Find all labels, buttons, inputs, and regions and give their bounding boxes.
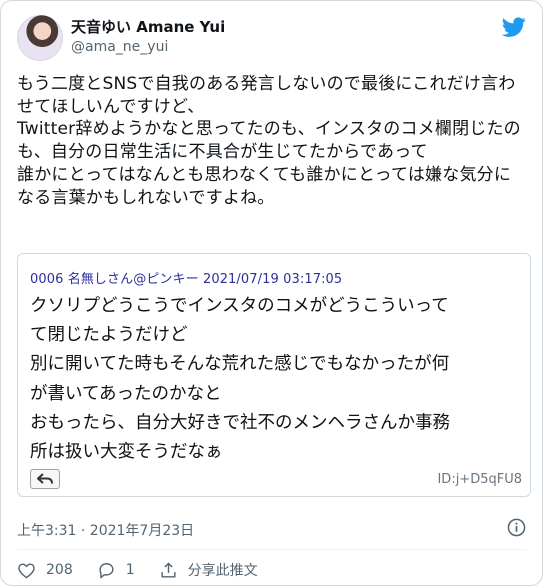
share-label: 分享此推文: [187, 563, 258, 579]
user-handle[interactable]: @ama_ne_yui: [71, 37, 225, 57]
tweet-card: 天音ゆい Amane Yui @ama_ne_yui もう二度とSNSで自我のあ…: [0, 0, 543, 586]
like-count: 208: [46, 562, 73, 578]
action-bar: 208 1 分享此推文: [17, 559, 282, 581]
display-name[interactable]: 天音ゆい Amane Yui: [71, 17, 225, 37]
post-id: ID:j+D5qFU8: [437, 472, 522, 487]
share-button[interactable]: 分享此推文: [159, 560, 258, 580]
heart-icon: [18, 562, 35, 578]
share-icon: [161, 562, 176, 578]
post-meta: 0006 名無しさん@ピンキー 2021/07/19 03:17:05: [30, 272, 343, 287]
post-body: クソリプどうこうでインスタのコメがどうこういって て閉じたようだけど 別に開いて…: [30, 296, 450, 463]
like-button[interactable]: 208: [17, 561, 73, 580]
user-info[interactable]: 天音ゆい Amane Yui @ama_ne_yui: [71, 17, 225, 57]
divider: [17, 549, 526, 550]
reply-arrow-button[interactable]: [30, 469, 60, 489]
tweet-timestamp[interactable]: 上午3:31 · 2021年7月23日: [17, 520, 194, 540]
tweet-text: もう二度とSNSで自我のある発言しないので最後にこれだけ言わせてほしいんですけど…: [17, 74, 521, 208]
twitter-bird-icon[interactable]: [502, 15, 526, 39]
reply-count: 1: [125, 562, 135, 578]
reply-arrow-icon: [37, 473, 53, 484]
reply-button[interactable]: 1: [97, 561, 135, 580]
quoted-post-image[interactable]: 0006 名無しさん@ピンキー 2021/07/19 03:17:05 クソリプ…: [17, 253, 531, 497]
tweet-header: 天音ゆい Amane Yui @ama_ne_yui: [17, 15, 526, 61]
info-icon[interactable]: [507, 518, 526, 537]
avatar[interactable]: [17, 15, 63, 61]
comment-icon: [99, 562, 114, 578]
